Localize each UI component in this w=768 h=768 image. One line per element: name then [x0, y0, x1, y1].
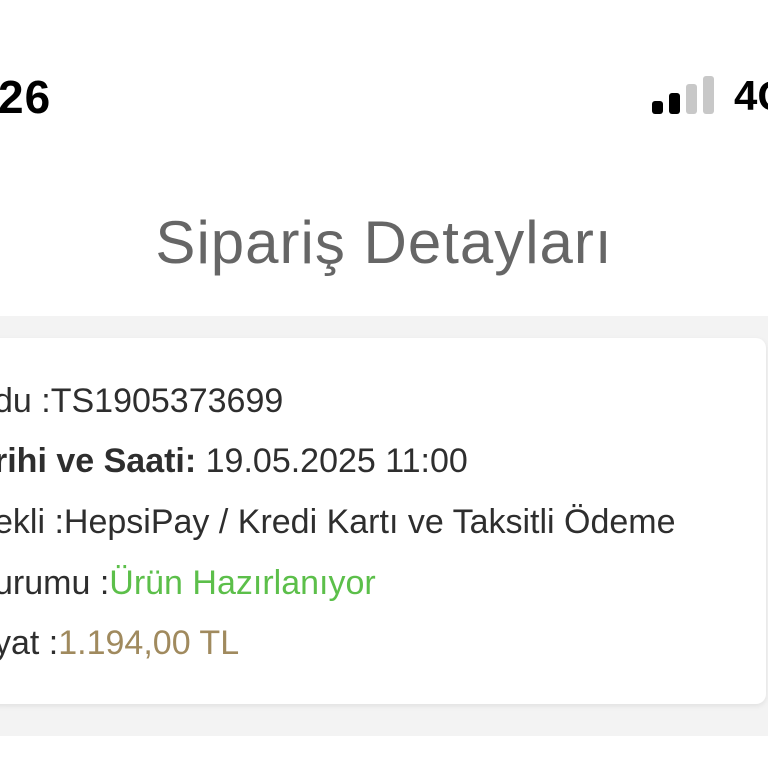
network-type-label: 4G — [734, 72, 768, 119]
signal-bar-4 — [703, 76, 714, 114]
order-code-value: TS1905373699 — [50, 382, 284, 420]
order-status-label: urumu : — [0, 564, 110, 602]
payment-method-row: ekli :HepsiPay / Kredi Kartı ve Taksitli… — [0, 503, 676, 542]
order-code-row: du :TS1905373699 — [0, 382, 283, 421]
order-date-value: 19.05.2025 11:00 — [196, 442, 468, 480]
order-status-row: urumu :Ürün Hazırlanıyor — [0, 564, 376, 603]
order-date-label: rihi ve Saati: — [0, 442, 197, 480]
order-price-row: yat :1.194,00 TL — [0, 624, 239, 663]
order-status-value: Ürün Hazırlanıyor — [109, 564, 376, 602]
signal-bar-1 — [652, 101, 663, 114]
status-time: 26 — [0, 71, 52, 123]
payment-method-value: HepsiPay / Kredi Kartı ve Taksitli Ödeme — [63, 503, 676, 541]
order-price-label: yat : — [0, 624, 59, 662]
page-title: Sipariş Detayları — [155, 209, 613, 276]
status-bar: 26 4G — [0, 0, 768, 130]
signal-strength-icon — [652, 74, 716, 114]
order-details-screen: 26 4G Sipariş Detayları du :TS1905373699… — [0, 0, 768, 768]
signal-bar-2 — [669, 93, 680, 114]
order-price-value: 1.194,00 TL — [58, 624, 240, 662]
order-code-label: du : — [0, 382, 51, 420]
order-date-row: rihi ve Saati: 19.05.2025 11:00 — [0, 442, 468, 481]
payment-method-label: ekli : — [0, 503, 64, 541]
signal-bar-3 — [686, 84, 697, 114]
